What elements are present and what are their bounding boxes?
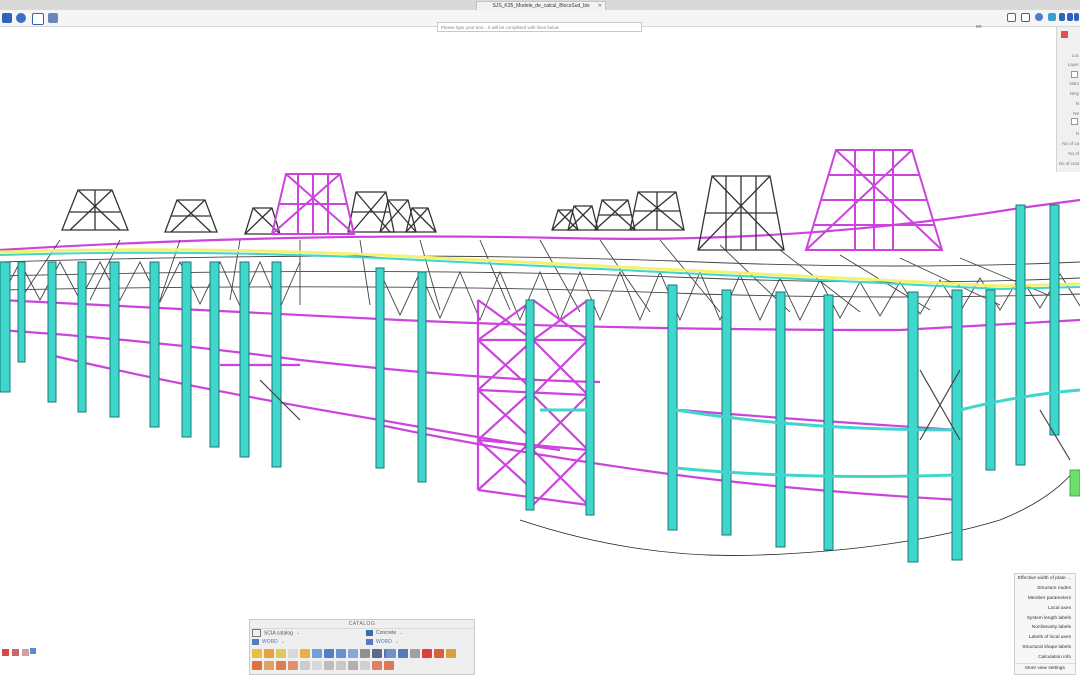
tree-icon[interactable]	[1048, 13, 1056, 21]
beam-icon[interactable]	[252, 649, 262, 658]
menu-item-structural-shape-labels[interactable]: Structural shape labels	[1015, 643, 1075, 653]
material-filter-label: WORD	[376, 639, 392, 645]
section-icon[interactable]	[360, 649, 370, 658]
close-panel-icon[interactable]	[1061, 31, 1068, 38]
prop-checkbox[interactable]	[1071, 71, 1078, 78]
copy-icon[interactable]	[1021, 13, 1030, 22]
shell-icon[interactable]	[348, 649, 358, 658]
chevron-down-icon: ⌄	[394, 639, 400, 645]
material-icon	[366, 629, 373, 636]
prop-row: N	[1075, 131, 1079, 136]
menu-item-effective-width[interactable]: Effective width of plate ...	[1015, 574, 1075, 584]
settings-icon[interactable]	[48, 13, 58, 23]
node-icon[interactable]	[288, 661, 298, 670]
prop-row: No of cust	[1058, 161, 1079, 166]
menu-item-nonlinearity-labels[interactable]: Nonlinearity labels	[1015, 623, 1075, 633]
rib-icon[interactable]	[312, 661, 322, 670]
catalog-source-select[interactable]: SCIA catalog ⌄	[252, 629, 300, 638]
view-context-menu: Effective width of plate ... Structure n…	[1014, 573, 1076, 675]
catalog-icon-grid	[249, 646, 395, 675]
structure-3d-view[interactable]	[0, 27, 1080, 675]
menu-item-member-parameters[interactable]: Member parameters	[1015, 594, 1075, 604]
material-select[interactable]: Concrete ⌄	[366, 629, 404, 638]
properties-panel: Loc Layer Nam Nmy N Ne N No of ca No of …	[1056, 27, 1080, 172]
prop-row: Nmy	[1069, 91, 1079, 96]
catalog-filter-label: WORD	[262, 639, 278, 645]
prop-checkbox[interactable]	[1071, 118, 1078, 125]
library-icon[interactable]	[32, 13, 44, 25]
link-member-icon[interactable]	[410, 649, 420, 658]
prop-row: No of	[1068, 151, 1079, 156]
fit-icon[interactable]	[30, 648, 36, 654]
prop-row: Layer	[1067, 62, 1079, 67]
diag-icon[interactable]	[446, 649, 456, 658]
filter-icon	[366, 638, 373, 645]
filter-icon	[252, 638, 259, 645]
grid-icon[interactable]	[398, 649, 408, 658]
red-support-icon[interactable]	[422, 649, 432, 658]
prop-row: N	[1075, 101, 1079, 106]
catalog-title: CATALOG	[250, 620, 474, 629]
subregion-icon[interactable]	[324, 661, 334, 670]
slab-icon[interactable]	[336, 649, 346, 658]
prop-row: No of ca	[1062, 141, 1079, 146]
material-label: Concrete	[376, 630, 397, 636]
menu-item-labels-local-axes[interactable]: Labels of local axes	[1015, 633, 1075, 643]
column-icon[interactable]	[264, 649, 274, 658]
menu-item-system-length-labels[interactable]: System length labels	[1015, 614, 1075, 624]
menu-item-more-view-settings[interactable]: More view settings	[1015, 663, 1075, 674]
prop-row: Ne	[1073, 111, 1079, 116]
user-icon[interactable]	[1035, 13, 1043, 21]
catalog-icon	[252, 629, 261, 637]
load-icon[interactable]	[276, 661, 286, 670]
opening-icon[interactable]	[300, 661, 310, 670]
menu-item-structure-nodes[interactable]: Structure nodes	[1015, 584, 1075, 594]
document-title: SJS_K35_Modele_de_calcul_BlocsSud_bis	[492, 3, 590, 9]
prop-row: Nam	[1069, 81, 1079, 86]
chevron-down-icon: ⌄	[280, 639, 286, 645]
red-square-icon[interactable]	[1007, 13, 1016, 22]
catalog-source-label: SCIA catalog	[264, 630, 293, 637]
foundation-icon[interactable]	[360, 661, 370, 670]
view-controls	[2, 647, 36, 659]
dim-icon[interactable]	[434, 649, 444, 658]
hinge-icon[interactable]	[252, 661, 262, 670]
chevron-down-icon: ⌄	[295, 630, 301, 637]
prop-row: Loc	[1071, 53, 1079, 58]
zoom-icon[interactable]	[2, 649, 9, 656]
save-icon[interactable]	[2, 13, 12, 23]
support-icon[interactable]	[264, 661, 274, 670]
help-icon[interactable]	[1074, 13, 1079, 21]
cable-icon[interactable]	[348, 661, 358, 670]
arch-icon[interactable]	[300, 649, 310, 658]
cloud-icon[interactable]	[1067, 13, 1073, 21]
pile-icon[interactable]	[372, 661, 382, 670]
curve-icon[interactable]	[386, 649, 396, 658]
link-icon[interactable]	[1059, 13, 1065, 21]
menu-item-local-axes[interactable]: Local axes	[1015, 604, 1075, 614]
chevron-down-icon: ⌄	[399, 630, 404, 636]
wall-icon[interactable]	[288, 649, 298, 658]
pan-icon[interactable]	[22, 649, 29, 656]
plate-icon[interactable]	[276, 649, 286, 658]
pad-icon[interactable]	[384, 661, 394, 670]
panel-icon[interactable]	[336, 661, 346, 670]
frame-icon[interactable]	[312, 649, 322, 658]
open-icon[interactable]	[16, 13, 26, 23]
rotate-icon[interactable]	[12, 649, 19, 656]
menu-item-calculation-info[interactable]: Calculation info	[1015, 653, 1075, 663]
truss-icon[interactable]	[324, 649, 334, 658]
catalog-extra-icons	[378, 646, 475, 660]
main-toolbar: Please type your text... It will be comp…	[0, 10, 1080, 32]
